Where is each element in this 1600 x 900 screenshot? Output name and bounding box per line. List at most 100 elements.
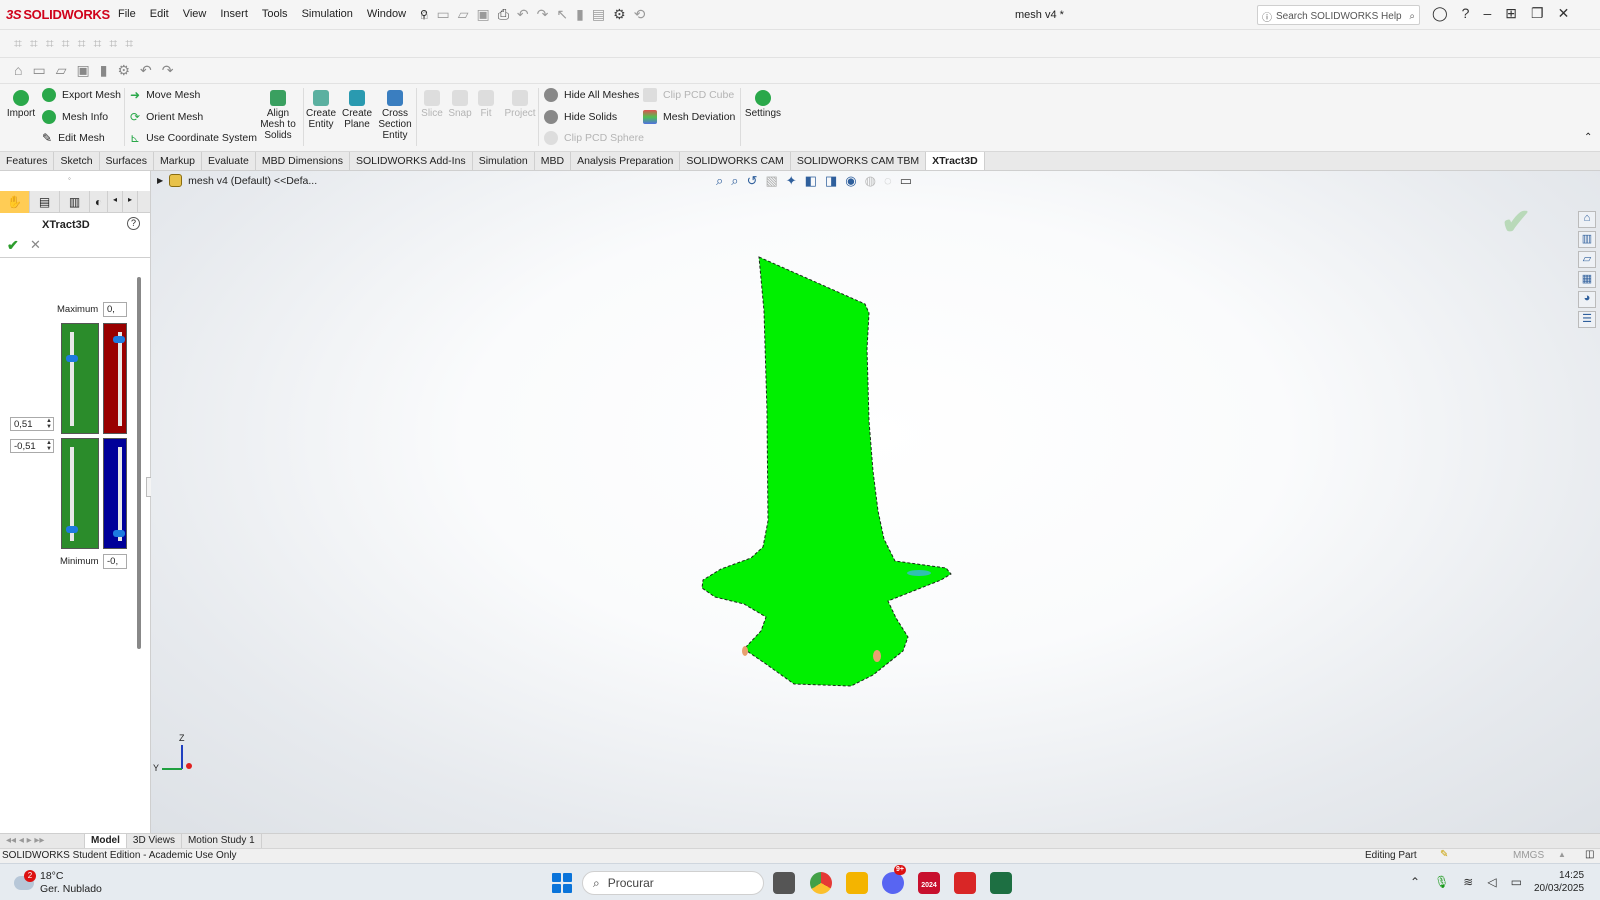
edit-mesh-button[interactable]: ✎ Edit Mesh [42, 129, 105, 147]
spinner-arrows-icon[interactable]: ▲ ▼ [46, 440, 52, 452]
clip-pcd-sphere-button[interactable]: Clip PCD Sphere [544, 129, 644, 147]
tab-motion-study-1[interactable]: Motion Study 1 [182, 834, 262, 848]
menu-window[interactable]: Window [367, 8, 406, 21]
orient-mesh-button[interactable]: ⟳ Orient Mesh [130, 108, 203, 126]
customize-icon[interactable]: ⟲ [634, 6, 646, 23]
scroll-right-icon[interactable]: ▸ [123, 191, 138, 213]
units-selector[interactable]: MMGS [1513, 850, 1544, 861]
home-icon[interactable]: ⌂ [14, 62, 22, 79]
status-tooltip-icon[interactable]: ◫ [1585, 849, 1594, 860]
print-icon[interactable]: ⎙ [498, 6, 509, 23]
redo-icon[interactable]: ↷ [162, 62, 174, 79]
cancel-button[interactable]: ✕ [30, 237, 41, 253]
open-icon[interactable]: ▱ [56, 62, 67, 79]
battery-icon[interactable]: ▭ [1511, 875, 1522, 889]
panel-splitter-handle[interactable]: ◦ [68, 174, 71, 183]
sketch-tool-1-icon[interactable]: ⌗ [14, 35, 22, 52]
green-upper-slider[interactable] [61, 323, 99, 434]
microphone-icon[interactable]: 🎙 [1434, 875, 1449, 889]
tab-solidworks-cam[interactable]: SOLIDWORKS CAM [680, 152, 791, 170]
save-icon[interactable]: ▣ [76, 62, 89, 79]
align-mesh-to-solids-button[interactable]: Align Mesh to Solids [258, 90, 298, 141]
cross-section-entity-button[interactable]: Cross Section Entity [378, 90, 412, 141]
tile-icon[interactable]: ⊞ [1505, 5, 1517, 22]
use-coordinate-system-button[interactable]: ⊾ Use Coordinate System [130, 129, 257, 147]
solidworks-taskbar-icon[interactable]: 2024 [918, 872, 940, 894]
chrome-icon[interactable] [810, 872, 832, 894]
discord-icon[interactable]: 9+ [882, 865, 906, 894]
slider-knob[interactable] [66, 525, 78, 533]
lower-threshold-spinner[interactable]: -0,51 ▲ ▼ [10, 439, 54, 453]
menu-insert[interactable]: Insert [220, 8, 248, 21]
sketch-tool-3-icon[interactable]: ⌗ [46, 35, 54, 52]
create-entity-button[interactable]: Create Entity [306, 90, 336, 130]
file-explorer-icon[interactable] [846, 872, 868, 894]
wifi-icon[interactable]: ≋ [1463, 875, 1473, 889]
new-document-icon[interactable]: ▭ [436, 6, 449, 23]
slider-knob[interactable] [66, 355, 78, 363]
task-view-icon[interactable] [773, 872, 795, 894]
options-gear-icon[interactable]: ⚙ [117, 62, 130, 79]
green-lower-slider[interactable] [61, 438, 99, 549]
tab-mbd[interactable]: MBD [535, 152, 572, 170]
slider-knob[interactable] [113, 336, 125, 344]
project-button[interactable]: Project [503, 90, 537, 119]
sketch-tool-7-icon[interactable]: ⌗ [109, 35, 117, 52]
undo-icon[interactable]: ↶ [140, 62, 152, 79]
help-search-input[interactable]: ⓘ Search SOLIDWORKS Help ⌕ [1257, 5, 1420, 25]
sketch-tool-5-icon[interactable]: ⌗ [78, 35, 86, 52]
tab-sketch[interactable]: Sketch [54, 152, 100, 170]
redo-icon[interactable]: ↷ [537, 6, 549, 23]
hide-solids-button[interactable]: Hide Solids [544, 108, 617, 126]
scroll-left-icon[interactable]: ◂ [108, 191, 123, 213]
minimize-icon[interactable]: – [1483, 5, 1491, 22]
configuration-tab-icon[interactable]: ◐ [90, 191, 108, 213]
tab-solidworks-add-ins[interactable]: SOLIDWORKS Add-Ins [350, 152, 473, 170]
select-icon[interactable]: ↖ [556, 6, 568, 23]
tab-3d-views[interactable]: 3D Views [127, 834, 182, 848]
restore-icon[interactable]: ❐ [1531, 5, 1544, 22]
tab-solidworks-cam-tbm[interactable]: SOLIDWORKS CAM TBM [791, 152, 927, 170]
options-gear-icon[interactable]: ⚙ [613, 6, 626, 23]
xtract3d-tab-icon[interactable]: ✋ [0, 191, 30, 213]
menu-edit[interactable]: Edit [150, 8, 169, 21]
red-upper-slider[interactable] [103, 323, 127, 434]
weather-widget[interactable]: 2 18°C Ger. Nublado [14, 870, 102, 896]
volume-icon[interactable]: ◁ [1487, 875, 1496, 889]
rebuild-status-icon[interactable]: ✎ [1440, 849, 1448, 860]
clock[interactable]: 14:25 20/03/2025 [1534, 869, 1584, 895]
ok-button[interactable]: ✔ [7, 237, 19, 254]
snap-button[interactable]: Snap [448, 90, 472, 119]
save-icon[interactable]: ▣ [476, 6, 489, 23]
tab-mbd-dimensions[interactable]: MBD Dimensions [256, 152, 350, 170]
home-icon[interactable]: ⌂ [420, 6, 428, 23]
tab-simulation[interactable]: Simulation [473, 152, 535, 170]
menu-tools[interactable]: Tools [262, 8, 288, 21]
spinner-arrows-icon[interactable]: ▲ ▼ [46, 418, 52, 430]
hide-all-meshes-button[interactable]: Hide All Meshes [544, 86, 639, 104]
tab-features[interactable]: Features [0, 152, 55, 170]
upper-threshold-spinner[interactable]: 0,51 ▲ ▼ [10, 417, 54, 431]
acrobat-icon[interactable] [954, 872, 976, 894]
feature-tree-tab-icon[interactable]: ▤ [30, 191, 60, 213]
undo-icon[interactable]: ↶ [517, 6, 529, 23]
sketch-tool-8-icon[interactable]: ⌗ [125, 35, 133, 52]
taskbar-search-input[interactable]: ⌕ Procurar [582, 871, 764, 895]
close-icon[interactable]: ✕ [1558, 5, 1570, 22]
slice-button[interactable]: Slice [420, 90, 444, 119]
export-mesh-button[interactable]: Export Mesh [42, 86, 121, 104]
fit-button[interactable]: Fit [476, 90, 496, 119]
tab-model[interactable]: Model [85, 834, 127, 848]
open-icon[interactable]: ▱ [458, 6, 469, 23]
rebuild-icon[interactable]: ▮ [100, 62, 108, 79]
menu-simulation[interactable]: Simulation [302, 8, 353, 21]
excel-icon[interactable] [990, 872, 1012, 894]
graphics-viewport[interactable]: ▶ mesh v4 (Default) <<Defa... ⌕ ⌕ ↺ ▧ ✦ … [151, 171, 1600, 833]
rebuild-icon[interactable]: ▮ [576, 6, 584, 23]
account-icon[interactable]: ◯ [1432, 5, 1448, 22]
sketch-tool-6-icon[interactable]: ⌗ [93, 35, 101, 52]
property-manager-tab-icon[interactable]: ▥ [60, 191, 90, 213]
new-document-icon[interactable]: ▭ [32, 62, 45, 79]
create-plane-button[interactable]: Create Plane [342, 90, 372, 130]
mesh-info-button[interactable]: Mesh Info [42, 108, 108, 126]
